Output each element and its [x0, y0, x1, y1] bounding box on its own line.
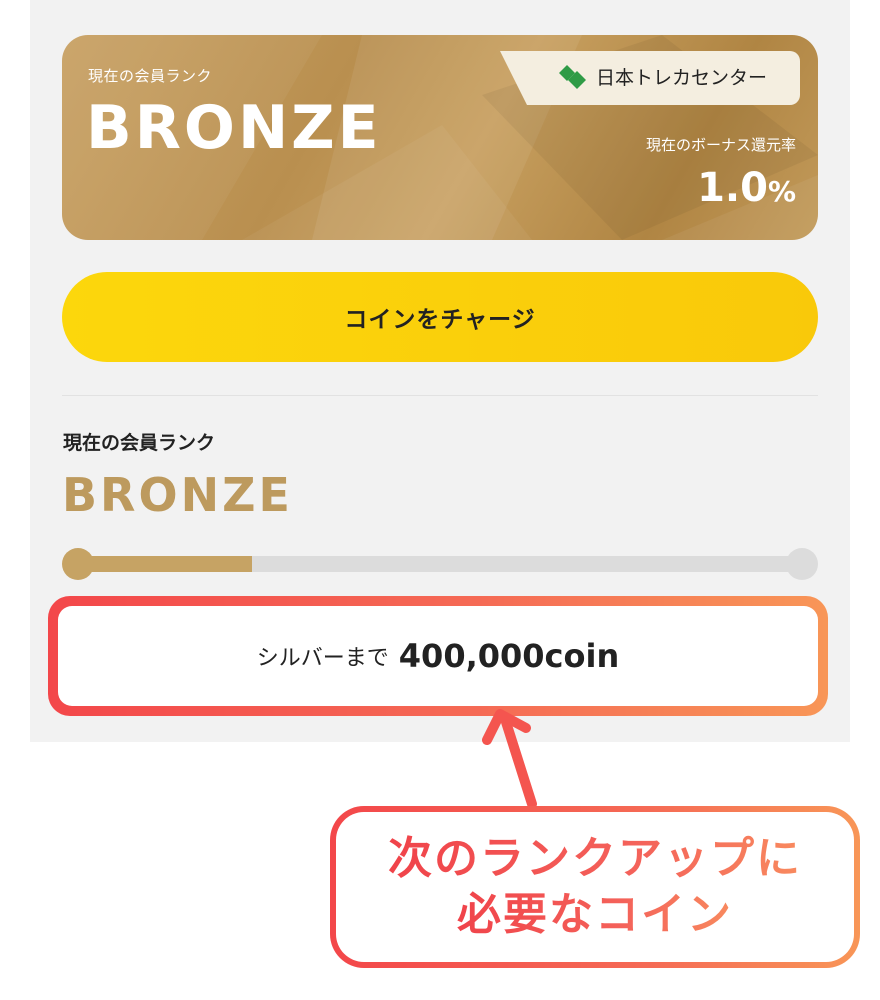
bonus-rate-value: 1.0% [697, 165, 796, 211]
callout-line-1: 次のランクアップに [388, 831, 802, 887]
status-rank-name: BRONZE [62, 468, 293, 522]
next-rank-prefix: シルバーまで [256, 646, 389, 671]
charge-coin-button[interactable]: コインをチャージ [62, 272, 818, 362]
bonus-rate-label: 現在のボーナス還元率 [645, 136, 796, 154]
next-rank-highlight: シルバーまで 400,000coin [48, 596, 828, 716]
progress-start-dot [62, 548, 94, 580]
divider [62, 395, 818, 396]
diamond-logo-icon [558, 64, 588, 90]
rank-progress-bar [78, 556, 802, 572]
callout-box: 次のランクアップに 必要なコイン [330, 806, 860, 968]
rank-progress-fill [78, 556, 252, 572]
brand-tab: 日本トレカセンター [500, 51, 800, 105]
bonus-rate-unit: % [767, 175, 796, 208]
card-rank-name: BRONZE [86, 93, 382, 163]
bonus-rate-number: 1.0 [697, 165, 768, 211]
callout-line-2: 必要なコイン [457, 887, 733, 943]
status-rank-label: 現在の会員ランク [63, 432, 216, 454]
next-rank-amount: 400,000coin [398, 637, 620, 675]
rank-card: 現在の会員ランク BRONZE 日本トレカセンター 現在のボーナス還元率 1.0… [62, 35, 818, 240]
progress-end-dot [786, 548, 818, 580]
callout-arrow-icon [482, 709, 537, 809]
card-rank-label: 現在の会員ランク [88, 67, 213, 85]
brand-name: 日本トレカセンター [596, 67, 768, 89]
next-rank-box: シルバーまで 400,000coin [58, 606, 818, 706]
